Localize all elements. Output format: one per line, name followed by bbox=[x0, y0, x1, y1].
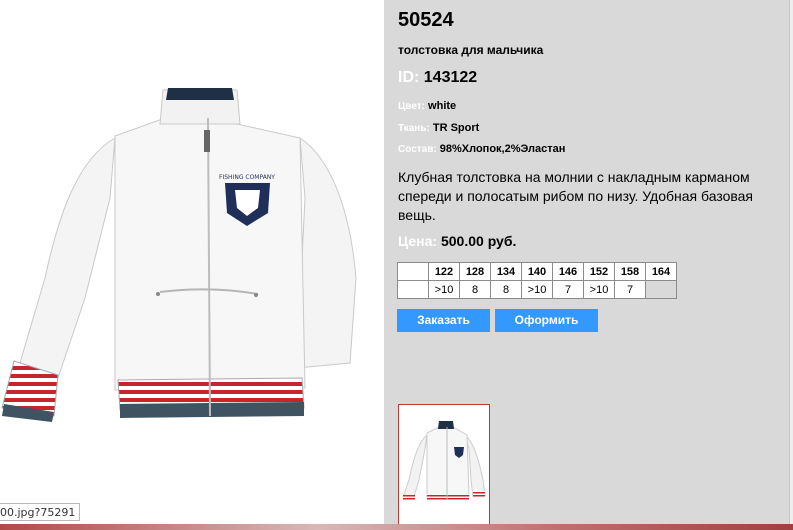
size-cell: 122 bbox=[428, 262, 460, 281]
product-color: Цвет: white bbox=[398, 100, 456, 112]
composition-value: 98%Хлопок,2%Эластан bbox=[439, 143, 566, 155]
svg-text:FISHING COMPANY: FISHING COMPANY bbox=[219, 174, 275, 181]
product-info-panel: 50524 толстовка для мальчика ID: 143122 … bbox=[384, 0, 793, 526]
url-status-tooltip: 00.jpg?75291 bbox=[0, 503, 81, 521]
product-article: 50524 bbox=[398, 9, 454, 31]
size-corner-cell bbox=[397, 262, 429, 281]
price-value: 500.00 руб. bbox=[440, 233, 517, 249]
color-value: white bbox=[428, 100, 457, 112]
bottom-decorative-strip bbox=[0, 524, 793, 530]
product-image-pane: FISHING COMPANY 00.jpg?75291 bbox=[0, 0, 384, 530]
size-header-row: 122 128 134 140 146 152 158 164 bbox=[397, 262, 677, 281]
stock-row: >10 8 8 >10 7 >10 7 bbox=[397, 280, 677, 299]
stock-cell[interactable]: >10 bbox=[428, 280, 460, 299]
product-price: Цена: 500.00 руб. bbox=[398, 233, 516, 249]
product-subtitle: толстовка для мальчика bbox=[398, 43, 544, 57]
product-description: Клубная толстовка на молнии с накладным … bbox=[398, 169, 754, 223]
scrollbar-edge[interactable] bbox=[789, 0, 793, 524]
stock-cell[interactable]: 7 bbox=[614, 280, 646, 299]
checkout-button[interactable]: Оформить bbox=[495, 309, 598, 332]
fabric-label: Ткань: bbox=[398, 123, 430, 134]
fabric-value: TR Sport bbox=[432, 122, 480, 134]
product-composition: Состав: 98%Хлопок,2%Эластан bbox=[398, 143, 565, 155]
size-cell: 158 bbox=[614, 262, 646, 281]
id-label: ID: bbox=[398, 69, 420, 86]
stock-cell[interactable]: >10 bbox=[521, 280, 553, 299]
thumbnail-photo bbox=[402, 421, 486, 501]
size-cell: 140 bbox=[521, 262, 553, 281]
size-cell: 128 bbox=[459, 262, 491, 281]
size-cell: 164 bbox=[645, 262, 677, 281]
price-label: Цена: bbox=[398, 233, 438, 249]
size-cell: 146 bbox=[552, 262, 584, 281]
stock-cell[interactable]: 8 bbox=[459, 280, 491, 299]
stock-cell[interactable]: >10 bbox=[583, 280, 615, 299]
size-cell: 152 bbox=[583, 262, 615, 281]
stock-cell-unavailable bbox=[645, 280, 677, 299]
size-stock-table: 122 128 134 140 146 152 158 164 >10 8 8 … bbox=[397, 262, 677, 299]
product-photo[interactable]: FISHING COMPANY bbox=[0, 78, 384, 438]
id-value: 143122 bbox=[423, 69, 478, 86]
stock-corner-cell bbox=[397, 280, 429, 299]
stock-cell[interactable]: 8 bbox=[490, 280, 522, 299]
size-cell: 134 bbox=[490, 262, 522, 281]
product-thumbnail[interactable] bbox=[398, 404, 490, 526]
product-fabric: Ткань: TR Sport bbox=[398, 122, 479, 134]
composition-label: Состав: bbox=[398, 144, 437, 155]
product-id: ID: 143122 bbox=[398, 69, 477, 87]
color-label: Цвет: bbox=[398, 101, 425, 112]
order-button[interactable]: Заказать bbox=[397, 309, 490, 332]
stock-cell[interactable]: 7 bbox=[552, 280, 584, 299]
